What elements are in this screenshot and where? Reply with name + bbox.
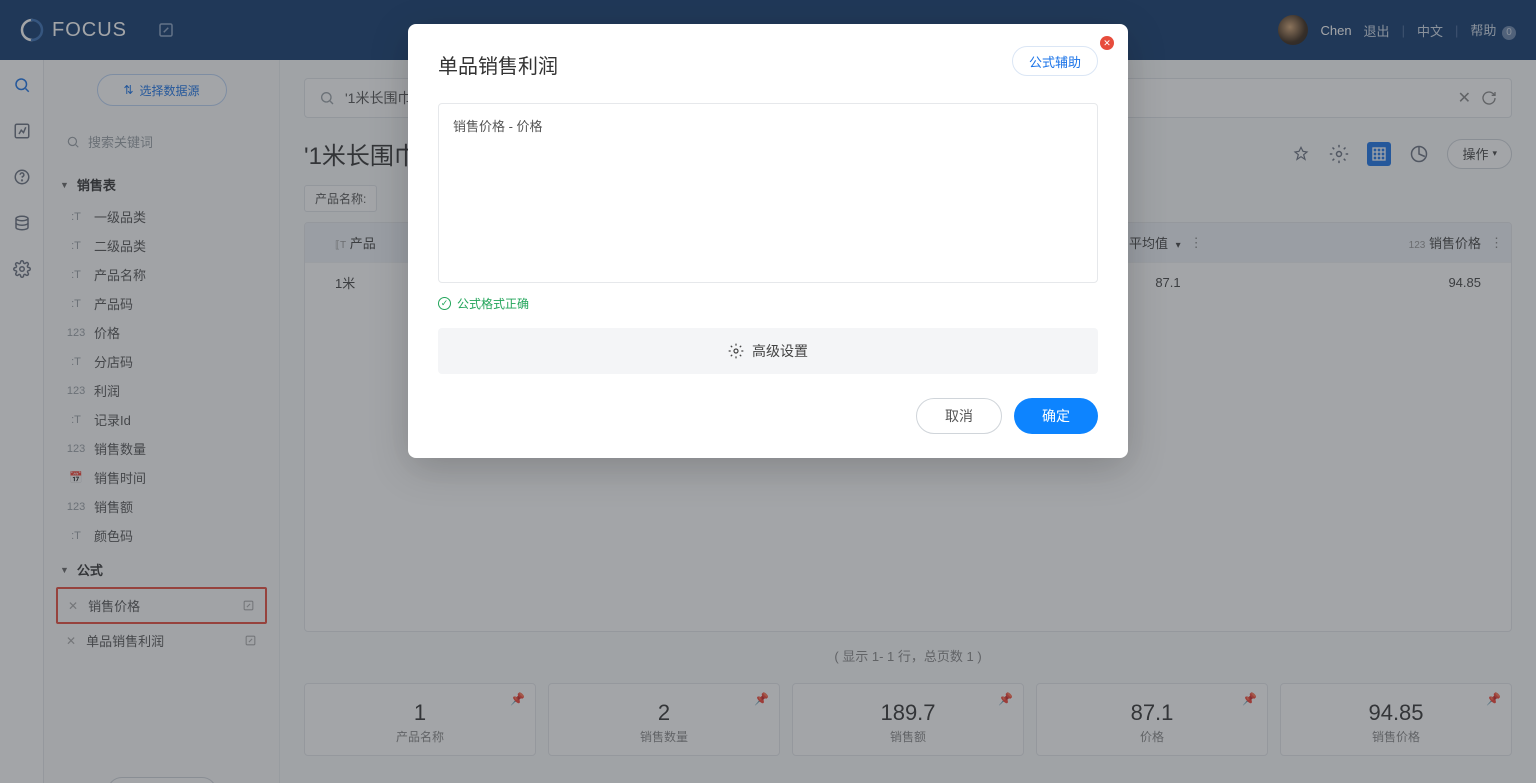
gear-icon — [728, 343, 744, 359]
formula-help-button[interactable]: 公式辅助 — [1012, 46, 1098, 76]
formula-modal: ✕ 单品销售利润 公式辅助 销售价格 - 价格 ✓ 公式格式正确 高级设置 取消… — [408, 24, 1128, 458]
modal-title: 单品销售利润 — [438, 50, 1098, 79]
check-icon: ✓ — [438, 297, 451, 310]
modal-actions: 取消 确定 — [438, 398, 1098, 434]
formula-valid-message: ✓ 公式格式正确 — [438, 295, 1098, 312]
modal-overlay: ✕ 单品销售利润 公式辅助 销售价格 - 价格 ✓ 公式格式正确 高级设置 取消… — [0, 0, 1536, 783]
advanced-settings-bar[interactable]: 高级设置 — [438, 328, 1098, 374]
close-icon[interactable]: ✕ — [1100, 36, 1114, 50]
confirm-button[interactable]: 确定 — [1014, 398, 1098, 434]
formula-input[interactable]: 销售价格 - 价格 — [438, 103, 1098, 283]
cancel-button[interactable]: 取消 — [916, 398, 1002, 434]
